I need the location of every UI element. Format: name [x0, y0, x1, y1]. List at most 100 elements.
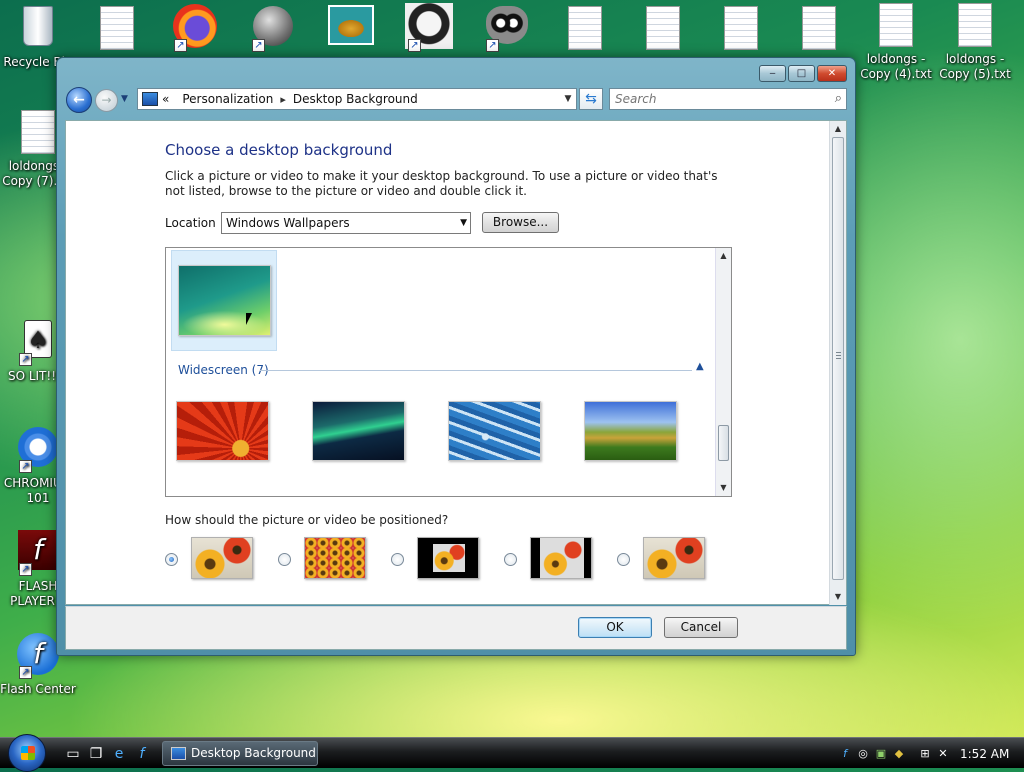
- breadcrumb-desktop-background[interactable]: Desktop Background: [293, 92, 418, 106]
- forward-arrow-icon: →: [101, 93, 112, 107]
- back-arrow-icon: ←: [73, 92, 85, 108]
- scroll-down-icon[interactable]: ▼: [716, 480, 731, 496]
- cancel-button[interactable]: Cancel: [664, 617, 738, 638]
- volume-muted-icon[interactable]: ✕: [936, 747, 950, 761]
- desktop-icon-text-file[interactable]: [716, 2, 766, 52]
- desktop-icon-portrait[interactable]: ↗: [404, 2, 454, 52]
- position-radio-center[interactable]: [391, 553, 404, 566]
- text-file-icon: [873, 3, 919, 49]
- position-radio-stretch[interactable]: [617, 553, 630, 566]
- position-question: How should the picture or video be posit…: [165, 513, 449, 527]
- text-file-icon: [646, 6, 680, 50]
- wallpaper-gallery: Widescreen (7) ▲ ▲ ▼: [165, 247, 732, 497]
- page-title: Choose a desktop background: [165, 141, 393, 159]
- wallpaper-item[interactable]: [584, 401, 677, 461]
- position-option-tile[interactable]: [304, 537, 366, 579]
- text-file-icon: [568, 6, 602, 50]
- search-input[interactable]: [610, 89, 820, 109]
- flash-quicklaunch-icon[interactable]: f: [133, 745, 151, 763]
- wallpaper-item-selected[interactable]: [171, 250, 277, 351]
- back-button[interactable]: ←: [66, 87, 92, 113]
- position-radio-fit[interactable]: [165, 553, 178, 566]
- text-file-icon: [802, 6, 836, 50]
- control-panel-icon: [142, 92, 158, 106]
- wallpaper-item[interactable]: [312, 401, 405, 461]
- system-tray: f ◎ ▣ ◆ ⊞ ✕ 1:52 AM: [838, 742, 1024, 766]
- desktop-icon-text-file[interactable]: [794, 2, 844, 52]
- breadcrumb-separator[interactable]: ▸: [280, 93, 286, 106]
- ok-button[interactable]: OK: [578, 617, 652, 638]
- content-scrollbar[interactable]: ▲ ▼: [829, 121, 846, 605]
- content-scroll-thumb[interactable]: [832, 137, 844, 580]
- location-label: Location: [165, 216, 216, 230]
- desktop-icon-label: Flash Center: [0, 682, 76, 696]
- clock[interactable]: 1:52 AM: [960, 747, 1009, 761]
- dialog-footer: OK Cancel: [65, 606, 847, 650]
- start-button[interactable]: [8, 734, 46, 772]
- search-box: ⌕: [609, 88, 847, 110]
- recycle-bin-icon: [15, 6, 61, 52]
- desktop-icon-text-file[interactable]: [92, 2, 142, 52]
- address-dropdown[interactable]: ▼: [560, 94, 576, 104]
- desktop-icon-loldongs-5[interactable]: loldongs - Copy (5).txt: [937, 3, 1013, 82]
- wallpaper-item[interactable]: [176, 401, 269, 461]
- recent-pages-dropdown[interactable]: ▼: [121, 91, 133, 107]
- desktop-icon-raccoon[interactable]: ↗: [482, 2, 532, 52]
- desktop-icon-text-file[interactable]: [638, 2, 688, 52]
- breadcrumb-overflow[interactable]: «: [162, 92, 169, 106]
- position-radio-tile[interactable]: [278, 553, 291, 566]
- internet-explorer-icon[interactable]: e: [110, 745, 128, 763]
- address-bar[interactable]: « Personalization ▸ Desktop Background ▼: [137, 88, 577, 110]
- wallpaper-thumbnail: [178, 265, 271, 336]
- breadcrumb-personalization[interactable]: Personalization: [182, 92, 273, 106]
- desktop-icon-firefox[interactable]: ↗: [170, 2, 220, 52]
- close-button[interactable]: ✕: [817, 65, 847, 82]
- desktop-icon-spiky-ball[interactable]: ↗: [248, 2, 298, 52]
- gallery-scroll-thumb[interactable]: [718, 425, 729, 461]
- desktop-icon-text-file[interactable]: [560, 2, 610, 52]
- position-option-fit-black[interactable]: [530, 537, 592, 579]
- wallpaper-item[interactable]: [448, 401, 541, 461]
- control-panel-icon: [171, 747, 186, 760]
- group-header-widescreen[interactable]: Widescreen (7): [178, 363, 269, 377]
- windows-logo-icon: [21, 746, 35, 760]
- flash-tray-icon[interactable]: f: [838, 747, 852, 761]
- sync-tray-icon[interactable]: ◎: [856, 747, 870, 761]
- position-option-center[interactable]: [417, 537, 479, 579]
- navigation-bar: ← → ▼ « Personalization ▸ Desktop Backgr…: [65, 86, 847, 114]
- group-divider: [260, 370, 692, 371]
- desktop-icon-loldongs-4[interactable]: loldongs - Copy (4).txt: [858, 3, 934, 82]
- gallery-scrollbar[interactable]: ▲ ▼: [715, 248, 731, 496]
- taco-icon: [328, 5, 374, 45]
- text-file-icon: [100, 6, 134, 50]
- chevron-down-icon: ▼: [564, 94, 572, 104]
- browse-button[interactable]: Browse...: [482, 212, 559, 233]
- refresh-icon: ⇆: [585, 91, 597, 107]
- flash-center-icon: f ↗: [15, 633, 61, 679]
- switch-windows-icon[interactable]: ❐: [87, 745, 105, 763]
- maximize-button[interactable]: □: [788, 65, 815, 82]
- taskbar-item-desktop-background[interactable]: Desktop Background: [162, 741, 318, 766]
- alert-tray-icon[interactable]: ◆: [892, 747, 906, 761]
- chevron-down-icon: ▼: [460, 218, 467, 228]
- refresh-button[interactable]: ⇆: [579, 88, 603, 110]
- shield-tray-icon[interactable]: ▣: [874, 747, 888, 761]
- collapse-group-icon[interactable]: ▲: [696, 361, 704, 372]
- minimize-button[interactable]: ‒: [759, 65, 786, 82]
- position-option-fit[interactable]: [191, 537, 253, 579]
- forward-button[interactable]: →: [95, 89, 118, 112]
- search-icon[interactable]: ⌕: [835, 91, 842, 106]
- desktop-icon-label: loldongs - Copy (4).txt: [860, 52, 932, 81]
- scroll-up-icon[interactable]: ▲: [830, 121, 846, 137]
- desktop-icon-taco[interactable]: [326, 2, 376, 52]
- show-desktop-icon[interactable]: ▭: [64, 745, 82, 763]
- flash-player-icon: f ↗: [15, 530, 61, 576]
- position-option-stretch[interactable]: [643, 537, 705, 579]
- scroll-down-icon[interactable]: ▼: [830, 589, 846, 605]
- scroll-up-icon[interactable]: ▲: [716, 248, 731, 264]
- location-select[interactable]: Windows Wallpapers ▼: [221, 212, 471, 234]
- text-file-icon: [952, 3, 998, 49]
- position-radio-fit-black[interactable]: [504, 553, 517, 566]
- taskbar-item-label: Desktop Background: [191, 746, 316, 760]
- network-tray-icon[interactable]: ⊞: [918, 747, 932, 761]
